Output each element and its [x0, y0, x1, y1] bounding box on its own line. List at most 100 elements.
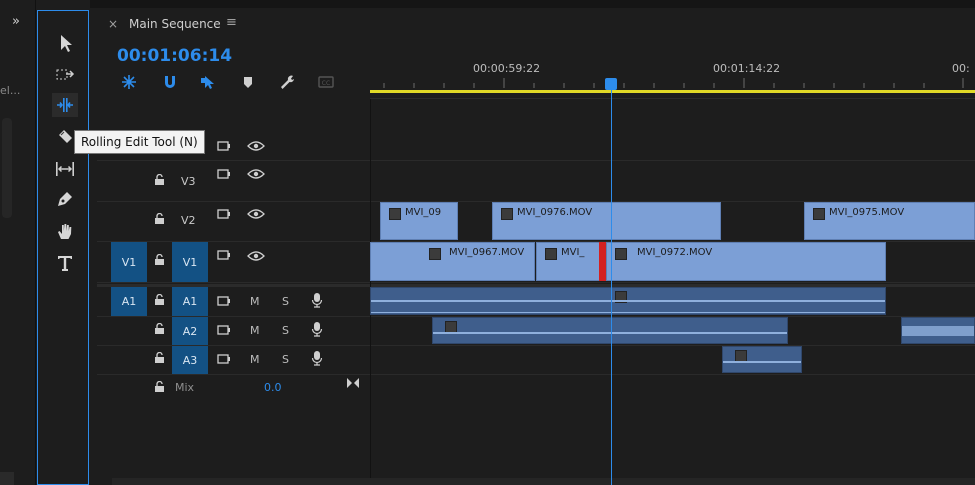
- solo-button[interactable]: S: [282, 295, 289, 308]
- mix-label: Mix: [175, 381, 195, 394]
- audio-clip[interactable]: [722, 346, 802, 373]
- go-to-out-icon[interactable]: [346, 377, 360, 389]
- toggle-sync-lock-icon[interactable]: [217, 208, 231, 220]
- timeline-settings-button[interactable]: [277, 72, 297, 92]
- source-patch-v1[interactable]: V1: [111, 242, 147, 282]
- hand-tool[interactable]: [52, 219, 78, 243]
- clip[interactable]: MVI_: [536, 242, 600, 281]
- toggle-sync-lock-icon[interactable]: [217, 249, 231, 261]
- hand-icon: [58, 224, 72, 239]
- toggle-sync-lock-icon[interactable]: [217, 140, 231, 152]
- track-name-v2: V2: [181, 214, 196, 227]
- clip-name: MVI_0972.MOV: [637, 247, 713, 258]
- clip[interactable]: MVI_0975.MOV: [804, 202, 975, 240]
- audio-clip[interactable]: [370, 287, 886, 315]
- tool-tooltip: Rolling Edit Tool (N): [74, 130, 205, 154]
- eye-icon[interactable]: [247, 208, 265, 220]
- panel-bottom-tab[interactable]: [0, 472, 14, 485]
- toggle-sync-lock-icon[interactable]: [217, 295, 231, 307]
- fx-badge-icon: [615, 248, 627, 260]
- track-target-v1[interactable]: V1: [172, 242, 208, 282]
- lock-icon[interactable]: [154, 381, 165, 393]
- panel-scrollbar[interactable]: [2, 118, 12, 218]
- track-target-a2[interactable]: A2: [172, 317, 208, 345]
- add-marker-button[interactable]: [238, 72, 258, 92]
- close-icon[interactable]: ×: [108, 17, 118, 31]
- lock-icon[interactable]: [154, 352, 165, 364]
- clip[interactable]: MVI_0972.MOV: [606, 242, 886, 281]
- clip[interactable]: MVI_09: [380, 202, 458, 240]
- svg-text:CC: CC: [322, 80, 330, 87]
- mute-button[interactable]: M: [250, 295, 260, 308]
- microphone-icon[interactable]: [311, 321, 323, 337]
- mute-button[interactable]: M: [250, 353, 260, 366]
- track-name-v3: V3: [181, 175, 196, 188]
- track-select-tool[interactable]: [52, 63, 78, 87]
- audio-clip[interactable]: [432, 317, 788, 344]
- fx-badge-icon: [429, 248, 441, 260]
- wrench-icon: [281, 75, 294, 89]
- waveform: [433, 332, 787, 334]
- eye-icon[interactable]: [247, 168, 265, 180]
- lock-icon[interactable]: [154, 323, 165, 335]
- selection-tool[interactable]: [52, 31, 78, 55]
- sequence-tab-title[interactable]: Main Sequence: [129, 17, 221, 31]
- fx-badge-icon: [389, 208, 401, 220]
- mix-volume-value[interactable]: 0.0: [264, 381, 282, 394]
- clip-name: MVI_09: [405, 207, 442, 218]
- nest-icon: [122, 75, 136, 89]
- expand-panels-icon[interactable]: »: [12, 14, 20, 29]
- lock-icon[interactable]: [154, 294, 165, 306]
- type-icon: [58, 256, 72, 271]
- waveform: [723, 361, 801, 363]
- tools-panel: [37, 10, 89, 485]
- ruler-divider: [370, 98, 975, 99]
- solo-button[interactable]: S: [282, 324, 289, 337]
- playhead-timecode[interactable]: 00:01:06:14: [117, 46, 232, 66]
- type-tool[interactable]: [52, 251, 78, 275]
- slip-tool[interactable]: [52, 157, 78, 181]
- razor-icon: [59, 130, 72, 143]
- ruler-label: 00:00:59:22: [473, 62, 541, 75]
- rolling-edit-icon: [57, 98, 73, 112]
- toggle-sync-lock-icon[interactable]: [217, 324, 231, 336]
- audio-clip[interactable]: [901, 317, 975, 344]
- eye-icon[interactable]: [247, 250, 265, 262]
- lock-icon[interactable]: [154, 174, 165, 186]
- rolling-edit-tool[interactable]: [52, 93, 78, 117]
- track-select-icon: [56, 69, 75, 80]
- source-patch-a1[interactable]: A1: [111, 287, 147, 316]
- waveform: [371, 300, 885, 302]
- mute-button[interactable]: M: [250, 324, 260, 337]
- track-target-a1[interactable]: A1: [172, 287, 208, 316]
- solo-button[interactable]: S: [282, 353, 289, 366]
- captions-icon: CC: [318, 76, 334, 88]
- toggle-sync-lock-icon[interactable]: [217, 168, 231, 180]
- playhead-handle[interactable]: [605, 78, 617, 90]
- clip[interactable]: MVI_0967.MOV: [370, 242, 535, 281]
- pen-tool[interactable]: [52, 187, 78, 211]
- panel-menu-icon[interactable]: ≡: [226, 15, 237, 30]
- captions-button[interactable]: CC: [316, 72, 336, 92]
- toggle-sync-lock-icon[interactable]: [217, 353, 231, 365]
- clipped-panel-label: el...: [0, 84, 21, 97]
- rolling-edit-point[interactable]: [599, 242, 606, 281]
- track-target-a3[interactable]: A3: [172, 346, 208, 374]
- snap-button[interactable]: [160, 72, 180, 92]
- lock-icon[interactable]: [154, 213, 165, 225]
- timeline-zoom-scrollbar[interactable]: [112, 478, 975, 485]
- lock-icon[interactable]: [154, 254, 165, 266]
- microphone-icon[interactable]: [311, 350, 323, 366]
- playhead-line[interactable]: [611, 80, 612, 485]
- fx-badge-icon: [813, 208, 825, 220]
- panel-top-bar: [90, 0, 975, 8]
- project-panel-edge: [0, 0, 36, 485]
- fx-badge-icon: [545, 248, 557, 260]
- microphone-icon[interactable]: [311, 292, 323, 308]
- ruler-label: 00:01:14:22: [713, 62, 781, 75]
- eye-icon[interactable]: [247, 140, 265, 152]
- nest-toggle-button[interactable]: [119, 72, 139, 92]
- clip[interactable]: MVI_0976.MOV: [492, 202, 721, 240]
- work-area-bar[interactable]: [370, 90, 975, 93]
- linked-selection-button[interactable]: [198, 72, 218, 92]
